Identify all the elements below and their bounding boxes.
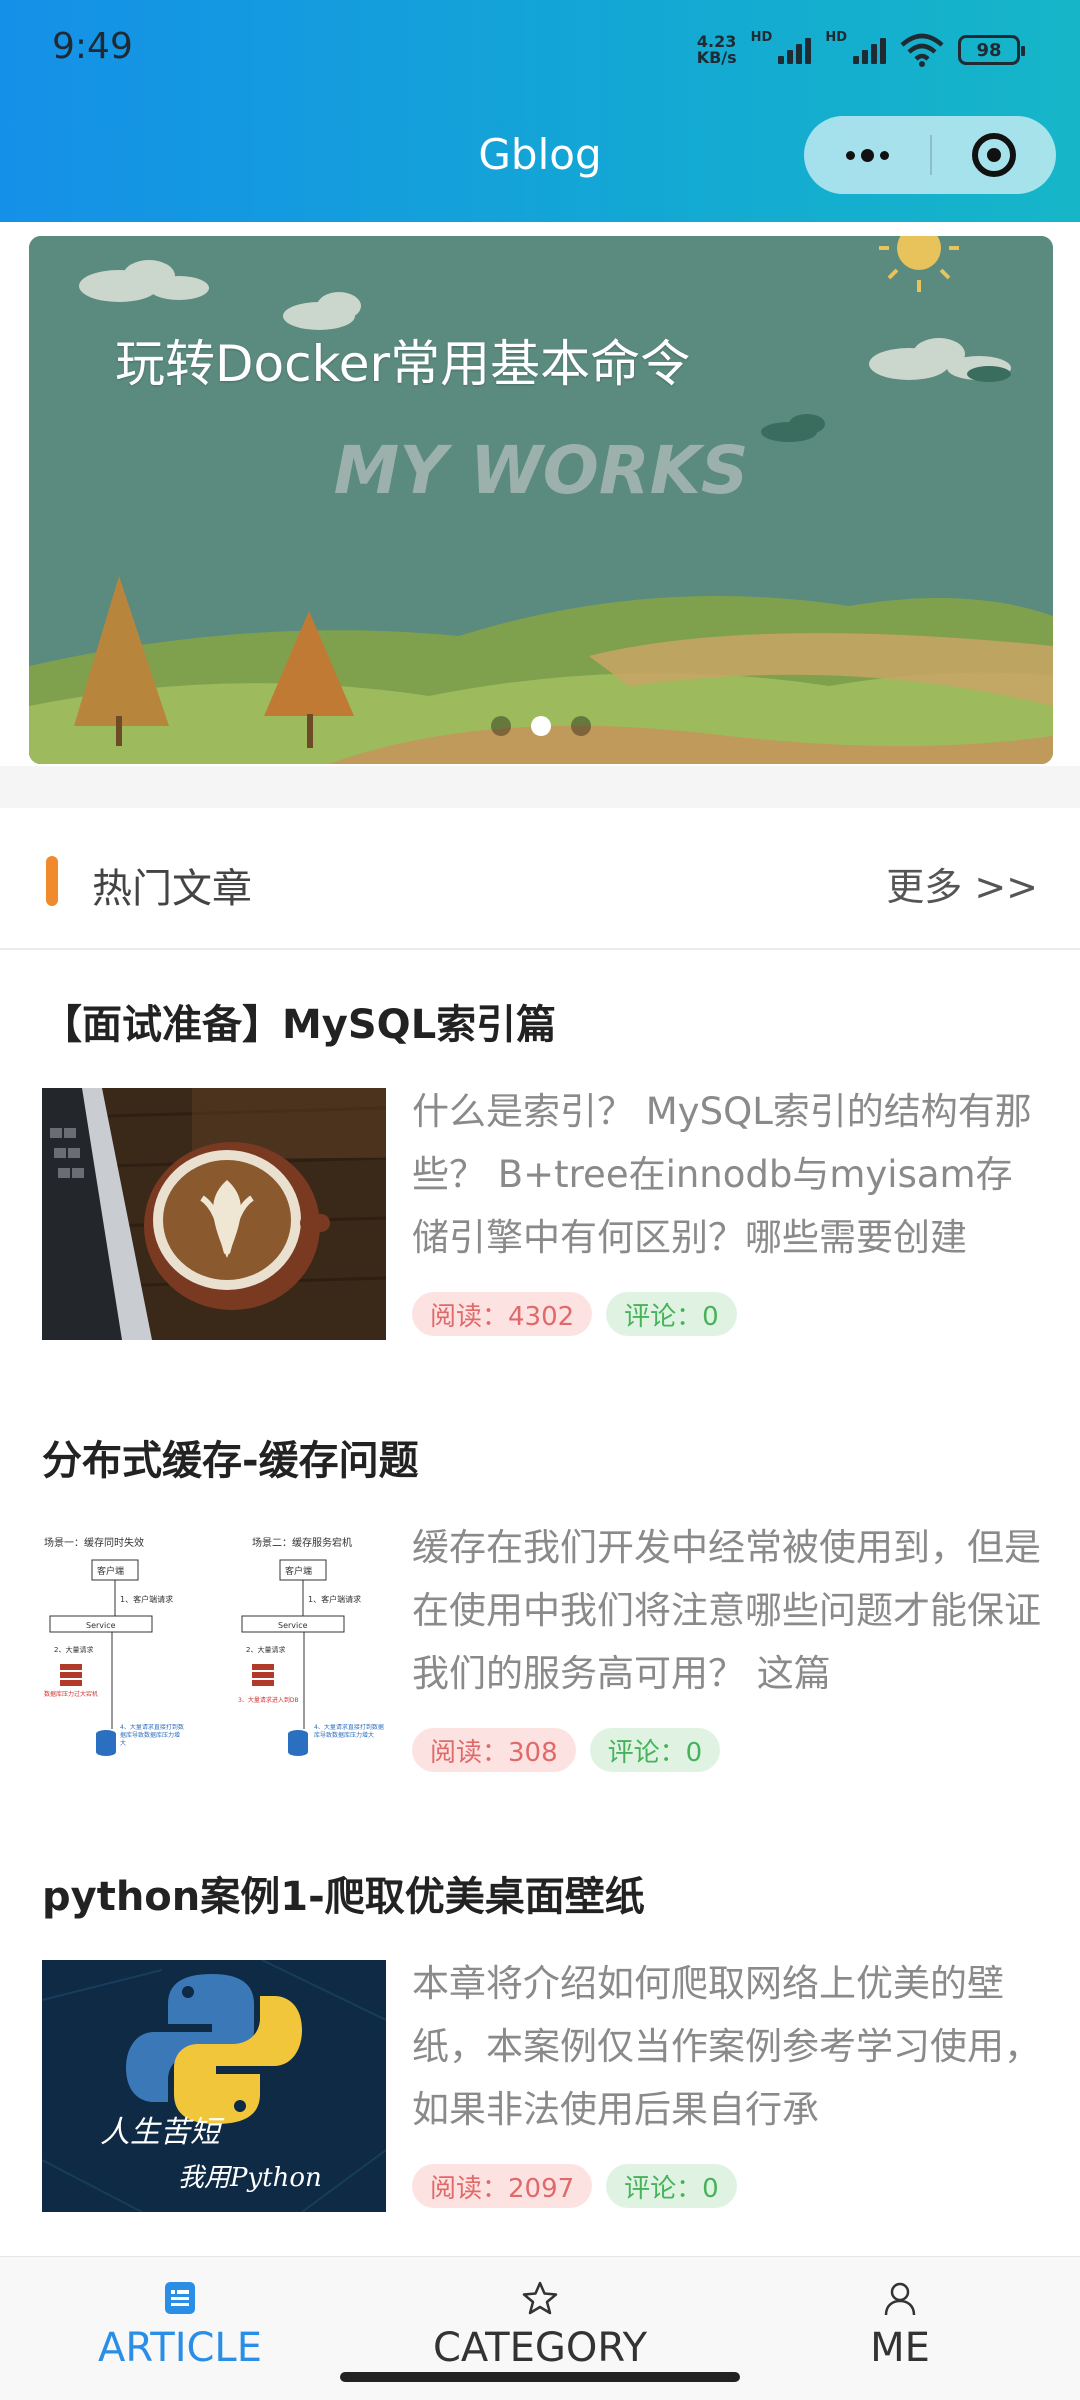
tab-label: ARTICLE <box>98 2325 262 2371</box>
user-icon <box>884 2282 916 2316</box>
hd-badge: HD <box>825 30 847 45</box>
svg-text:Service: Service <box>86 1621 116 1630</box>
svg-text:2、大量请求: 2、大量请求 <box>246 1645 285 1654</box>
svg-text:场景一：缓存同时失效: 场景一：缓存同时失效 <box>44 1536 144 1549</box>
section-divider <box>0 766 1080 808</box>
read-count-badge: 阅读：4302 <box>412 1292 593 1336</box>
tab-me[interactable]: ME <box>720 2257 1080 2387</box>
read-count-badge: 阅读：2097 <box>412 2164 593 2208</box>
status-icons: 4.23 KB/s HD HD 98 <box>696 30 1025 70</box>
section-accent-bar <box>46 856 58 906</box>
article-thumbnail[interactable] <box>42 1088 386 1340</box>
home-indicator[interactable] <box>340 2372 740 2382</box>
article-title[interactable]: 分布式缓存-缓存问题 <box>42 1428 419 1486</box>
status-time: 9:49 <box>52 26 133 67</box>
coffee-laptop-image <box>42 1088 386 1340</box>
signal-icon <box>853 36 886 64</box>
read-count-badge: 阅读：308 <box>412 1728 576 1772</box>
more-dots-icon[interactable] <box>804 116 930 194</box>
article-title[interactable]: 【面试准备】MySQL索引篇 <box>42 992 556 1050</box>
svg-text:客户端: 客户端 <box>97 1565 124 1577</box>
article-card[interactable]: python案例1-爬取优美桌面壁纸 人生苦短 我用Python 本章将介绍如何… <box>0 1864 1080 2244</box>
app-page: 9:49 4.23 KB/s HD HD 98 Gblog MY WORKS 玩… <box>0 0 1080 2400</box>
comment-count-badge: 评论：0 <box>606 1292 737 1336</box>
hot-articles-header: 热门文章 更多 >> <box>0 808 1080 950</box>
article-card[interactable]: 分布式缓存-缓存问题 场景一：缓存同时失效 场景二：缓存服务宕机 客户端 客户端… <box>0 1428 1080 1808</box>
network-speed: 4.23 KB/s <box>696 32 737 67</box>
article-thumbnail[interactable]: 人生苦短 我用Python <box>42 1960 386 2212</box>
signal-icon <box>778 36 812 64</box>
comment-count-badge: 评论：0 <box>589 1728 721 1772</box>
target-icon[interactable] <box>932 116 1056 194</box>
svg-text:Service: Service <box>278 1621 308 1630</box>
article-title[interactable]: python案例1-爬取优美桌面壁纸 <box>42 1864 645 1922</box>
svg-text:1、客户端请求: 1、客户端请求 <box>120 1594 173 1604</box>
carousel-dot[interactable] <box>571 716 591 736</box>
article-summary: 本章将介绍如何爬取网络上优美的壁纸，本案例仅当作案例参考学习使用，如果非法使用后… <box>412 1962 1041 2131</box>
tab-label: CATEGORY <box>432 2325 648 2371</box>
section-title: 热门文章 <box>92 866 252 912</box>
mini-program-capsule <box>804 116 1056 194</box>
tab-article[interactable]: ARTICLE <box>0 2257 360 2387</box>
banner-watermark: MY WORKS <box>333 432 749 509</box>
svg-text:人生苦短: 人生苦短 <box>100 2115 225 2150</box>
python-logo-image: 人生苦短 我用Python <box>42 1960 386 2212</box>
battery-icon: 98 <box>958 35 1025 65</box>
app-header: 9:49 4.23 KB/s HD HD 98 Gblog <box>0 0 1080 222</box>
svg-text:3、大量请求进入到DB: 3、大量请求进入到DB <box>238 1696 299 1704</box>
more-link[interactable]: 更多 >> <box>886 856 1038 911</box>
article-thumbnail[interactable]: 场景一：缓存同时失效 场景二：缓存服务宕机 客户端 客户端 1、客户端请求 1、… <box>42 1524 386 1776</box>
carousel-dot-active[interactable] <box>531 716 551 736</box>
carousel-dot[interactable] <box>491 716 511 736</box>
banner-title: 玩转Docker常用基本命令 <box>115 335 691 393</box>
carousel-indicator <box>29 716 1053 736</box>
tab-category[interactable]: CATEGORY <box>360 2257 720 2387</box>
article-stats: 阅读：4302 评论：0 <box>412 1292 737 1336</box>
article-summary: 什么是索引？ MySQL索引的结构有那些？ B+tree在innodb与myis… <box>412 1090 1032 1259</box>
svg-text:1、客户端请求: 1、客户端请求 <box>308 1594 361 1604</box>
svg-text:场景二：缓存服务宕机: 场景二：缓存服务宕机 <box>252 1536 352 1549</box>
article-stats: 阅读：308 评论：0 <box>412 1728 721 1772</box>
svg-text:我用Python: 我用Python <box>178 2163 322 2193</box>
wifi-icon <box>900 33 944 67</box>
cache-diagram-image: 场景一：缓存同时失效 场景二：缓存服务宕机 客户端 客户端 1、客户端请求 1、… <box>42 1524 386 1776</box>
comment-count-badge: 评论：0 <box>606 2164 737 2208</box>
star-icon <box>522 2281 558 2315</box>
svg-text:客户端: 客户端 <box>285 1565 312 1577</box>
article-card[interactable]: 【面试准备】MySQL索引篇 什么是索引？ MySQL索引的结构有那些？ B+t… <box>0 992 1080 1372</box>
svg-text:2、大量请求: 2、大量请求 <box>54 1645 93 1654</box>
svg-text:数据库压力过大宕机: 数据库压力过大宕机 <box>44 1690 98 1698</box>
article-icon <box>165 2282 195 2314</box>
article-stats: 阅读：2097 评论：0 <box>412 2164 737 2208</box>
banner-carousel[interactable]: MY WORKS 玩转Docker常用基本命令 <box>29 236 1053 764</box>
hd-badge: HD <box>750 30 773 45</box>
tab-label: ME <box>870 2325 930 2371</box>
article-summary: 缓存在我们开发中经常被使用到，但是在使用中我们将注意哪些问题才能保证我们的服务高… <box>412 1526 1041 1695</box>
